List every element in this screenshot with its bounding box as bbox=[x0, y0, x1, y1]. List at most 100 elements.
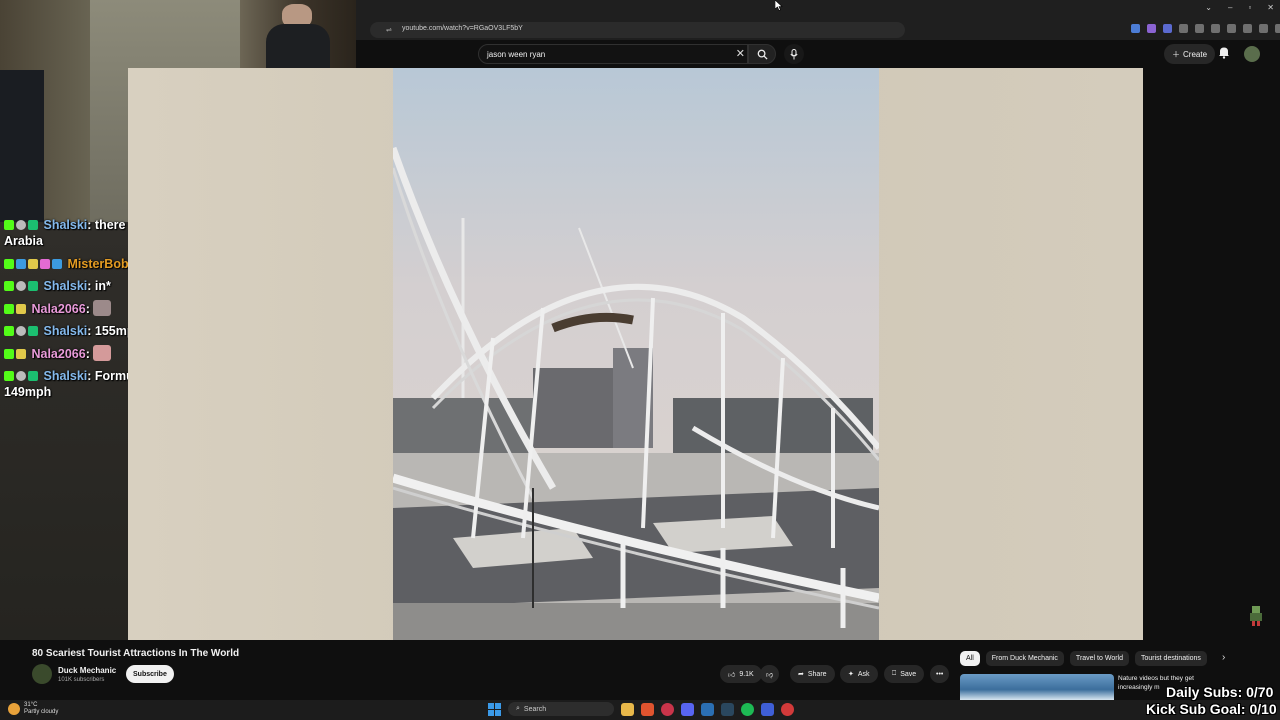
partly-cloudy-icon bbox=[8, 703, 20, 715]
chip-tourist-destinations[interactable]: Tourist destinations bbox=[1135, 651, 1207, 666]
chevron-down-icon[interactable]: ⌄ bbox=[1205, 3, 1212, 12]
app-icon[interactable] bbox=[761, 702, 774, 716]
taskbar-search-label: Search bbox=[523, 705, 547, 713]
address-bar[interactable]: ⇌ youtube.com/watch?v=RGaOV3LF5bY bbox=[370, 22, 905, 38]
minimize-button[interactable]: – bbox=[1228, 3, 1232, 12]
save-label: Save bbox=[900, 670, 917, 678]
steam-icon[interactable] bbox=[721, 702, 734, 716]
extension-icon[interactable] bbox=[1147, 24, 1156, 33]
app-icon[interactable] bbox=[781, 702, 794, 716]
windows-taskbar: 31°C Partly cloudy ⌕ Search bbox=[0, 700, 1280, 720]
sub-badge-icon bbox=[16, 281, 26, 291]
kick-badge-icon bbox=[4, 349, 14, 359]
badge-icon bbox=[16, 259, 26, 269]
ask-label: Ask bbox=[857, 670, 870, 678]
extension-icon[interactable] bbox=[1275, 24, 1280, 33]
extension-icon[interactable] bbox=[1211, 24, 1220, 33]
mouse-cursor-icon bbox=[775, 0, 783, 11]
like-button[interactable]: 👍︎ 9.1K bbox=[720, 665, 762, 683]
badge-icon bbox=[28, 281, 38, 291]
windows-start-icon[interactable] bbox=[488, 702, 501, 716]
extension-icon[interactable] bbox=[1163, 24, 1172, 33]
app-icon[interactable] bbox=[661, 702, 674, 716]
weather-widget[interactable]: 31°C Partly cloudy bbox=[8, 702, 58, 716]
chat-username: Nala2066 bbox=[31, 302, 86, 316]
badge-icon bbox=[28, 220, 38, 230]
badge-icon bbox=[28, 326, 38, 336]
discord-icon[interactable] bbox=[681, 702, 694, 716]
taskbar-apps: ⌕ Search bbox=[488, 702, 794, 716]
chat-username: Shalski bbox=[43, 324, 88, 338]
notifications-bell-icon[interactable] bbox=[1218, 46, 1230, 59]
extension-icon[interactable] bbox=[1243, 24, 1252, 33]
chat-username: Nala2066 bbox=[31, 347, 86, 361]
kick-badge-icon bbox=[4, 326, 14, 336]
share-label: Share bbox=[807, 670, 827, 678]
search-icon: ⌕ bbox=[516, 705, 520, 712]
create-button[interactable]: ＋ Create bbox=[1164, 44, 1216, 64]
channel-name[interactable]: Duck Mechanic bbox=[58, 666, 116, 675]
taskbar-search[interactable]: ⌕ Search bbox=[508, 702, 614, 716]
extension-icon[interactable] bbox=[1227, 24, 1236, 33]
kick-badge-icon bbox=[4, 220, 14, 230]
extension-icon[interactable] bbox=[1131, 24, 1140, 33]
video-info-bar: 80 Scariest Tourist Attractions In The W… bbox=[0, 640, 1280, 700]
url-text: youtube.com/watch?v=RGaOV3LF5bY bbox=[402, 25, 523, 32]
search-query: jason ween ryan bbox=[487, 50, 546, 59]
spotify-icon[interactable] bbox=[741, 702, 754, 716]
chip-from-channel[interactable]: From Duck Mechanic bbox=[985, 651, 1064, 666]
bookmark-icon: ⎕ bbox=[892, 670, 897, 677]
voice-search-button[interactable] bbox=[784, 44, 804, 64]
subscribe-button[interactable]: Subscribe bbox=[126, 665, 174, 683]
chat-username: Shalski bbox=[43, 279, 88, 293]
save-button[interactable]: ⎕ Save bbox=[884, 665, 925, 683]
chat-text: in* bbox=[94, 279, 111, 293]
dislike-button[interactable]: 👎︎ bbox=[760, 665, 780, 683]
video-player[interactable] bbox=[393, 68, 879, 640]
emote-icon bbox=[92, 300, 111, 316]
weather-condition: Partly cloudy bbox=[24, 709, 59, 715]
more-actions-button[interactable]: ••• bbox=[930, 665, 950, 683]
character-sprite-icon bbox=[1250, 606, 1262, 626]
maximize-button[interactable]: ▫ bbox=[1248, 3, 1251, 12]
sub-badge-icon bbox=[16, 371, 26, 381]
clear-search-icon[interactable]: ✕ bbox=[736, 47, 745, 60]
badge-icon bbox=[28, 371, 38, 381]
close-button[interactable]: ✕ bbox=[1267, 3, 1274, 12]
recommended-video-thumbnail[interactable] bbox=[960, 674, 1114, 700]
video-title: 80 Scariest Tourist Attractions In The W… bbox=[32, 648, 240, 659]
emote-icon bbox=[92, 345, 111, 361]
chat-username: Shalski bbox=[43, 218, 88, 232]
browser-app-icon[interactable] bbox=[641, 702, 654, 716]
share-button[interactable]: ➦ Share bbox=[790, 665, 835, 683]
search-input[interactable]: jason ween ryan ✕ bbox=[478, 44, 748, 64]
search-button[interactable] bbox=[748, 44, 776, 64]
chip-all[interactable]: All bbox=[960, 651, 980, 666]
account-avatar[interactable] bbox=[1244, 46, 1260, 62]
badge-icon bbox=[28, 259, 38, 269]
extension-icon[interactable] bbox=[1259, 24, 1268, 33]
chat-username: Shalski bbox=[43, 369, 88, 383]
badge-icon bbox=[52, 259, 62, 269]
kick-badge-icon bbox=[4, 304, 14, 314]
webcam-monitor bbox=[0, 70, 44, 222]
tune-icon[interactable]: ⇌ bbox=[386, 26, 392, 34]
channel-avatar[interactable] bbox=[32, 664, 52, 684]
extension-icons bbox=[1131, 24, 1280, 33]
chevron-right-icon[interactable]: › bbox=[1222, 652, 1225, 663]
kick-sub-goal: Kick Sub Goal: 0/10 bbox=[1146, 701, 1277, 717]
sub-badge-icon bbox=[16, 326, 26, 336]
file-explorer-icon[interactable] bbox=[621, 702, 634, 716]
extension-icon[interactable] bbox=[1179, 24, 1188, 33]
extension-icon[interactable] bbox=[1195, 24, 1204, 33]
chip-travel[interactable]: Travel to World bbox=[1069, 651, 1129, 666]
badge-icon bbox=[16, 304, 26, 314]
temperature: 31°C bbox=[24, 702, 38, 708]
browser-toolbar: ⇌ youtube.com/watch?v=RGaOV3LF5bY bbox=[356, 20, 1280, 40]
app-icon[interactable] bbox=[701, 702, 714, 716]
create-label: Create bbox=[1183, 49, 1208, 59]
thumbs-up-icon: 👍︎ bbox=[728, 671, 736, 679]
ask-button[interactable]: ✦ Ask bbox=[840, 665, 878, 683]
kick-badge-icon bbox=[4, 371, 14, 381]
daily-subs-counter: Daily Subs: 0/70 bbox=[1166, 684, 1274, 700]
